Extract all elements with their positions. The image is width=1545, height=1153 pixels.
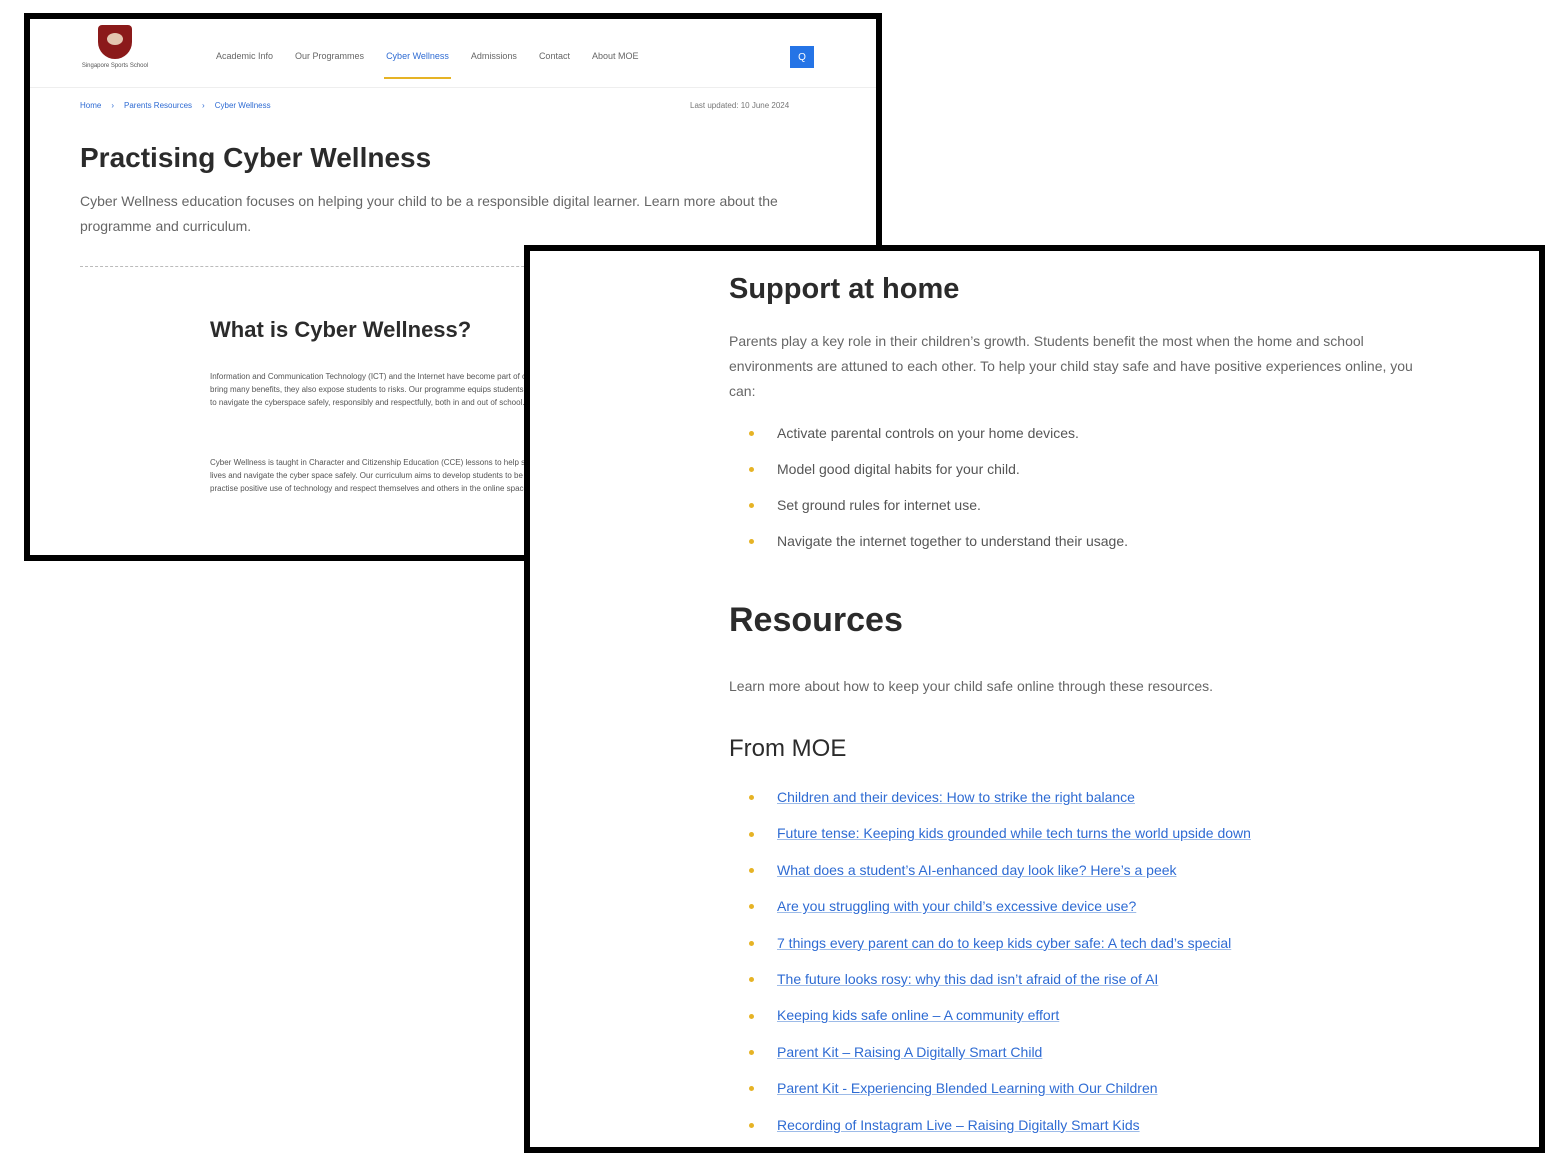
list-item: Navigate the internet together to unders… <box>729 523 1128 559</box>
list-item: Recording of Instagram Live – Raising Di… <box>729 1107 1251 1143</box>
tip-text: Activate parental controls on your home … <box>777 425 1079 441</box>
page-screenshot-bottom: Support at home Parents play a key role … <box>524 245 1545 1153</box>
resource-link[interactable]: Keeping kids safe online – A community e… <box>777 1007 1059 1023</box>
list-item: Are you struggling with your child’s exc… <box>729 888 1251 924</box>
tip-text: Model good digital habits for your child… <box>777 461 1020 477</box>
bullet-icon <box>749 1049 754 1055</box>
bullet-icon <box>749 1122 754 1128</box>
bullet-icon <box>749 795 754 801</box>
bullet-icon <box>749 867 754 873</box>
moe-resources-list: Children and their devices: How to strik… <box>729 779 1251 1143</box>
bullet-icon <box>749 1013 754 1019</box>
resource-link[interactable]: 7 things every parent can do to keep kid… <box>777 935 1231 951</box>
resource-link[interactable]: Parent Kit - Experiencing Blended Learni… <box>777 1080 1158 1096</box>
resources-heading: Resources <box>729 601 903 639</box>
bullet-icon <box>749 940 754 946</box>
list-item: Set ground rules for internet use. <box>729 487 1128 523</box>
search-icon: Q <box>798 51 806 63</box>
breadcrumb-separator: › <box>111 101 115 110</box>
bullet-icon <box>749 904 754 910</box>
search-button[interactable]: Q <box>790 46 814 68</box>
nav-item-about-moe[interactable]: About MOE <box>592 51 639 61</box>
nav-item-academic-info[interactable]: Academic Info <box>216 51 273 61</box>
bullet-icon <box>749 977 754 983</box>
resource-link[interactable]: Are you struggling with your child’s exc… <box>777 898 1136 914</box>
bullet-icon <box>749 539 754 544</box>
breadcrumb-separator: › <box>202 101 205 110</box>
resource-link[interactable]: Future tense: Keeping kids grounded whil… <box>777 825 1251 841</box>
bullet-icon <box>749 831 754 837</box>
support-paragraph: Parents play a key role in their childre… <box>729 333 1413 399</box>
list-item: The future looks rosy: why this dad isn’… <box>729 961 1251 997</box>
page-title: Practising Cyber Wellness <box>80 142 432 173</box>
bullet-icon <box>749 467 754 472</box>
list-item: What does a student’s AI-enhanced day lo… <box>729 852 1251 888</box>
resource-link[interactable]: Children and their devices: How to strik… <box>777 789 1135 805</box>
tip-text: Set ground rules for internet use. <box>777 497 981 513</box>
support-at-home-heading: Support at home <box>729 273 960 305</box>
resource-link[interactable]: Parent Kit – Raising A Digitally Smart C… <box>777 1044 1042 1060</box>
intro-text: Cyber Wellness education focuses on help… <box>80 193 778 234</box>
resource-link[interactable]: The future looks rosy: why this dad isn’… <box>777 971 1158 987</box>
main-nav: Academic Info Our Programmes Cyber Welln… <box>216 51 639 79</box>
list-item: Parent Kit – Raising A Digitally Smart C… <box>729 1034 1251 1070</box>
list-item: 7 things every parent can do to keep kid… <box>729 925 1251 961</box>
site-header: Singapore Sports School Academic Info Ou… <box>30 19 876 88</box>
list-item: Parent Kit - Experiencing Blended Learni… <box>729 1070 1251 1106</box>
crest-icon <box>98 25 132 59</box>
list-item: Model good digital habits for your child… <box>729 451 1128 487</box>
bullet-icon <box>749 431 754 436</box>
breadcrumb-home[interactable]: Home <box>80 101 101 110</box>
nav-item-admissions[interactable]: Admissions <box>471 51 517 61</box>
list-item: Activate parental controls on your home … <box>729 415 1128 451</box>
last-updated: Last updated: 10 June 2024 <box>690 101 790 110</box>
tip-text: Navigate the internet together to unders… <box>777 533 1129 549</box>
breadcrumb: Home › Parents Resources › Cyber Wellnes… <box>80 101 271 110</box>
resource-link[interactable]: What does a student’s AI-enhanced day lo… <box>777 862 1177 878</box>
bullet-icon <box>749 503 754 508</box>
support-tips-list: Activate parental controls on your home … <box>729 415 1128 559</box>
bullet-icon <box>749 1086 754 1092</box>
breadcrumb-cyber-wellness[interactable]: Cyber Wellness <box>215 101 271 110</box>
logo-text: Singapore Sports School <box>81 63 149 69</box>
list-item: Children and their devices: How to strik… <box>729 779 1251 815</box>
list-item: Future tense: Keeping kids grounded whil… <box>729 815 1251 851</box>
breadcrumb-parents-resources[interactable]: Parents Resources <box>124 101 192 110</box>
what-is-cyber-wellness-heading: What is Cyber Wellness? <box>210 317 472 342</box>
list-item: Keeping kids safe online – A community e… <box>729 997 1251 1033</box>
nav-item-cyber-wellness[interactable]: Cyber Wellness <box>384 51 451 79</box>
resources-paragraph: Learn more about how to keep your child … <box>729 678 1214 694</box>
nav-item-programmes[interactable]: Our Programmes <box>295 51 364 61</box>
nav-item-contact[interactable]: Contact <box>539 51 570 61</box>
resource-link[interactable]: Recording of Instagram Live – Raising Di… <box>777 1117 1140 1133</box>
from-moe-heading: From MOE <box>729 735 847 762</box>
school-logo[interactable]: Singapore Sports School <box>80 25 150 81</box>
